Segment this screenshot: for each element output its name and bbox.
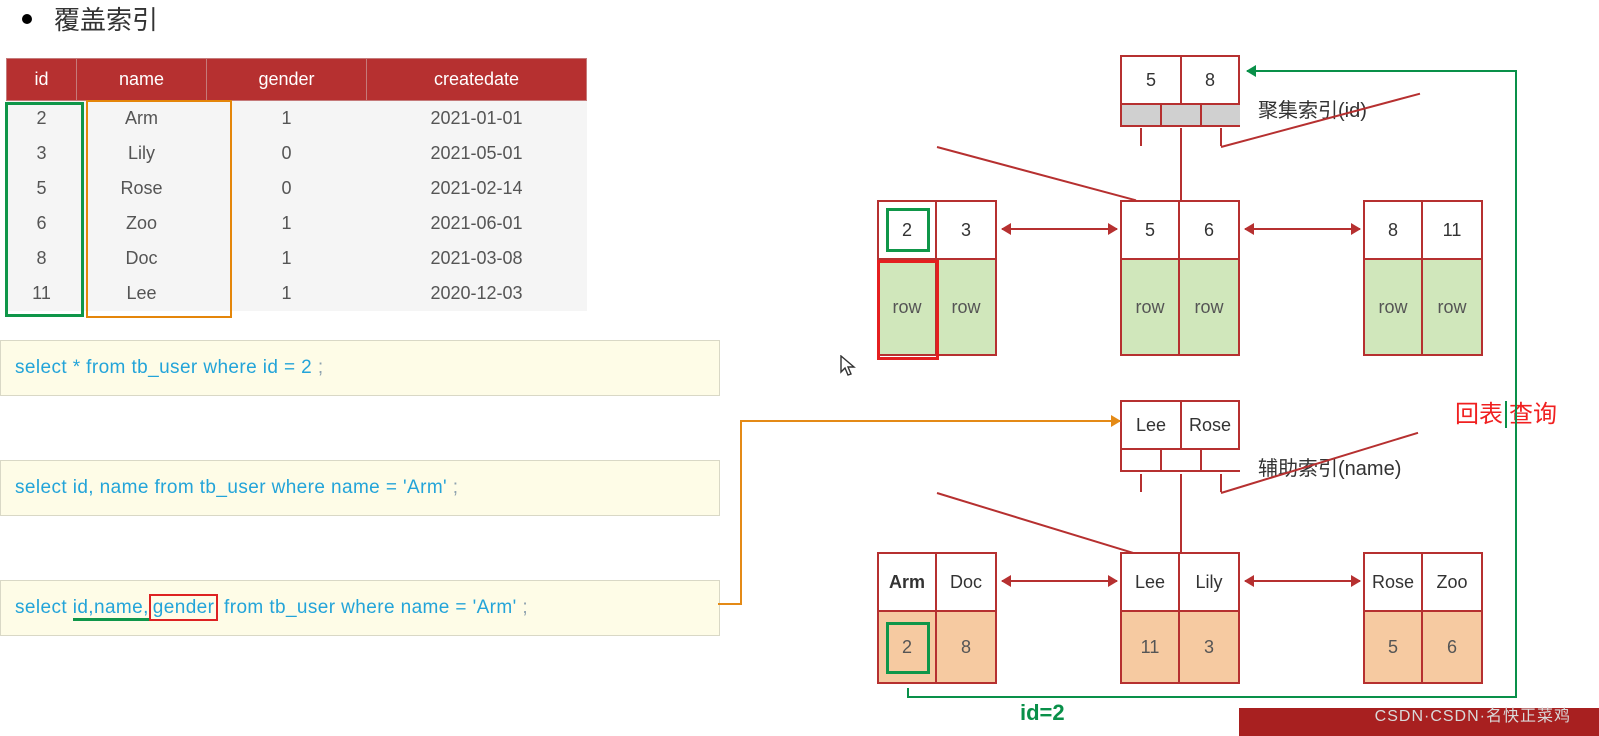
secondary-index-label: 辅助索引(name)	[1258, 452, 1401, 481]
table-row: 2Arm12021-01-01	[7, 101, 587, 137]
sql-query-2: select id, name from tb_user where name …	[0, 460, 720, 516]
orange-arrow	[740, 420, 1120, 422]
leaf-link	[1002, 580, 1117, 582]
title-text: 覆盖索引	[54, 0, 158, 37]
leaf-link	[1245, 580, 1360, 582]
secondary-leaf-2: LeeLily 113	[1120, 552, 1240, 684]
tree-line	[1140, 128, 1142, 146]
secondary-root: Lee Rose	[1120, 400, 1240, 472]
leaf-link	[1002, 228, 1117, 230]
tree-line	[937, 146, 1136, 201]
green-path	[907, 696, 1517, 698]
header-id: id	[7, 59, 77, 101]
bullet-icon	[22, 14, 32, 24]
cluster-root: 5 8	[1120, 55, 1240, 127]
secondary-leaf-3: RoseZoo 56	[1363, 552, 1483, 684]
tree-line	[1180, 474, 1182, 492]
tree-line	[1220, 128, 1222, 146]
table-row: 3Lily02021-05-01	[7, 136, 587, 171]
watermark: CSDN·CSDN·名快正菜鸡	[1375, 702, 1571, 726]
green-path	[1515, 70, 1517, 698]
green-path	[1247, 70, 1517, 72]
tree-line	[1180, 128, 1182, 146]
sql-query-1: select * from tb_user where id = 2 ;	[0, 340, 720, 396]
secondary-leaf-1: ArmDoc 28	[877, 552, 997, 684]
tree-line	[1180, 492, 1182, 552]
tree-line	[1140, 474, 1142, 492]
table-row: 5Rose02021-02-14	[7, 171, 587, 206]
tree-line	[937, 492, 1135, 554]
clustered-index-label: 聚集索引(id)	[1258, 94, 1367, 123]
table-row: 6Zoo12021-06-01	[7, 206, 587, 241]
table-row: 8Doc12021-03-08	[7, 241, 587, 276]
header-date: createdate	[367, 59, 587, 101]
box-gender: gender	[149, 594, 219, 621]
leaf-link	[1245, 228, 1360, 230]
sql-query-3: select id,name,gender from tb_user where…	[0, 580, 720, 636]
orange-arrow	[740, 420, 742, 605]
tree-line	[1180, 146, 1182, 202]
orange-arrow	[718, 603, 740, 605]
table-header-row: id name gender createdate	[7, 59, 587, 101]
table-row: 11Lee12020-12-03	[7, 276, 587, 311]
header-name: name	[77, 59, 207, 101]
underline-idname: id,name,	[73, 597, 149, 621]
header-gender: gender	[207, 59, 367, 101]
tree-line	[1220, 474, 1222, 492]
cursor-icon	[840, 355, 856, 382]
cluster-leaf-3: 811 rowrow	[1363, 200, 1483, 356]
back-query-label: 回表查询	[1455, 394, 1557, 429]
section-title: 覆盖索引	[22, 0, 158, 37]
cluster-leaf-1: 23 rowrow	[877, 200, 997, 356]
id-equals-2-label: id=2	[1020, 700, 1065, 726]
cluster-leaf-2: 56 rowrow	[1120, 200, 1240, 356]
sample-table: id name gender createdate 2Arm12021-01-0…	[6, 58, 587, 311]
